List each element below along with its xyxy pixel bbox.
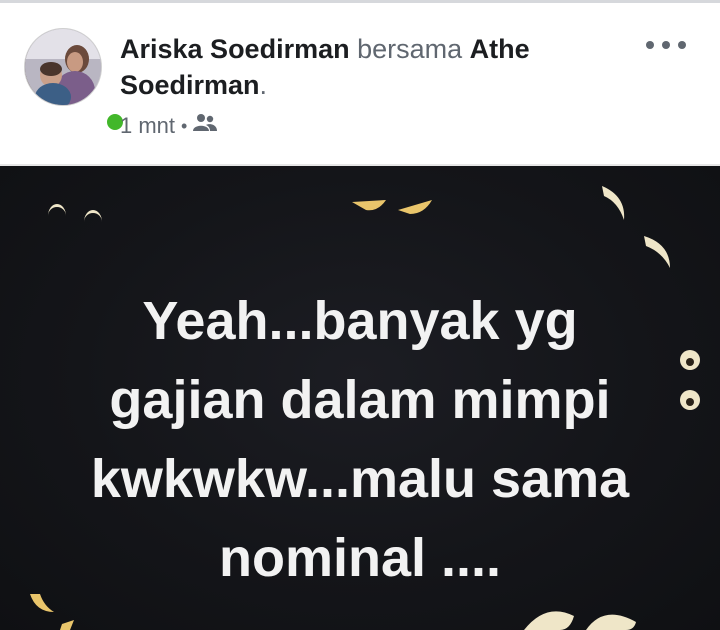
post-image[interactable]: Yeah...banyak yg gajian dalam mimpi kwkw…	[0, 166, 720, 630]
post-timestamp[interactable]: 1 mnt	[120, 113, 175, 139]
meta-separator: •	[181, 115, 188, 136]
post-meta: 1 mnt •	[120, 111, 218, 141]
eye-shape	[686, 358, 694, 366]
with-word: bersama	[357, 34, 463, 64]
tagged-suffix: .	[259, 70, 268, 100]
post-text: Yeah...banyak yg gajian dalam mimpi kwkw…	[60, 282, 660, 598]
post-text-line: kwkwkw...malu sama	[90, 449, 630, 509]
author-line: Ariska Soedirman bersama Athe Soedirman.	[120, 31, 620, 103]
post-header: Ariska Soedirman bersama Athe Soedirman.…	[0, 3, 720, 164]
eye-shape	[644, 236, 670, 268]
more-dots-icon	[646, 41, 654, 49]
more-dot	[678, 41, 686, 49]
eye-shape	[602, 186, 625, 220]
more-options-button[interactable]	[646, 33, 686, 57]
post-text-line: nominal ....	[218, 528, 502, 588]
eye-shape	[524, 611, 574, 630]
eye-shape	[586, 614, 636, 630]
avatar-image	[24, 28, 102, 106]
friends-icon[interactable]	[193, 113, 218, 139]
eye-shape	[686, 398, 694, 406]
post-text-line: gajian dalam mimpi	[109, 370, 611, 430]
eye-shape	[48, 204, 66, 216]
more-dot	[662, 41, 670, 49]
post-text-line: Yeah...banyak yg	[142, 291, 578, 351]
eye-shape	[398, 200, 432, 214]
eye-shape	[84, 210, 102, 222]
eye-shape	[60, 620, 74, 630]
eye-shape	[30, 594, 54, 612]
eye-shape	[352, 200, 386, 211]
profile-avatar[interactable]	[24, 28, 126, 133]
author-name-link[interactable]: Ariska Soedirman	[120, 34, 350, 64]
